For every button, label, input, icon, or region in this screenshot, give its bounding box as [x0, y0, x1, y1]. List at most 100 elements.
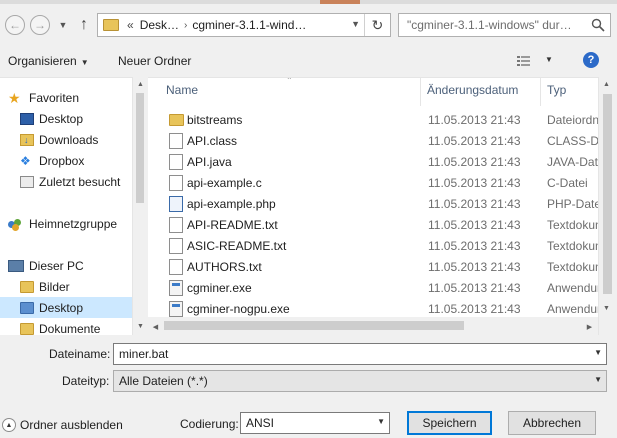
column-header-name[interactable]: Name — [166, 83, 198, 97]
chevron-down-icon: ▼ — [377, 417, 385, 426]
sidebar-item-label: Bilder — [39, 279, 70, 294]
address-segment-folder[interactable]: cgminer-3.1.1-wind… — [192, 18, 306, 32]
sidebar-item-downloads[interactable]: ↓ Downloads — [0, 129, 132, 150]
file-row[interactable]: cgminer-nogpu.exe 11.05.2013 21:43 Anwen… — [148, 298, 598, 317]
sidebar-item-label: Downloads — [39, 132, 99, 147]
help-button[interactable]: ? — [583, 52, 599, 68]
column-header-type[interactable]: Typ — [547, 83, 566, 97]
sidebar-item-documents[interactable]: Dokumente — [0, 318, 132, 335]
chevron-down-icon: ▼ — [594, 375, 602, 384]
documents-folder-icon — [20, 322, 34, 335]
file-row[interactable]: cgminer.exe 11.05.2013 21:43 Anwendung — [148, 277, 598, 298]
file-row[interactable]: bitstreams 11.05.2013 21:43 Dateiordner — [148, 109, 598, 130]
view-dropdown-button[interactable]: ▼ — [545, 55, 553, 64]
sidebar-item-desktop-pc[interactable]: Desktop — [0, 297, 132, 318]
sidebar-item-recent[interactable]: Zuletzt besucht — [0, 171, 132, 192]
scroll-down-button[interactable]: ▼ — [599, 301, 614, 316]
file-type: PHP-Datei — [547, 197, 598, 211]
sidebar-item-label: Dokumente — [39, 321, 101, 336]
scroll-thumb[interactable] — [136, 93, 144, 203]
address-segment-desktop[interactable]: Desk… — [140, 18, 179, 32]
sidebar-item-desktop[interactable]: Desktop — [0, 108, 132, 129]
scroll-up-button[interactable]: ▲ — [133, 77, 148, 92]
file-name: API-README.txt — [187, 218, 278, 232]
file-type: CLASS-Datei — [547, 134, 598, 148]
dropbox-icon: ❖ — [20, 153, 31, 168]
cancel-button[interactable]: Abbrechen — [508, 411, 596, 435]
file-date: 11.05.2013 21:43 — [428, 239, 521, 253]
sidebar-item-label: Dieser PC — [29, 258, 84, 273]
refresh-button[interactable]: ↻ — [364, 14, 390, 36]
scroll-thumb[interactable] — [164, 321, 464, 330]
file-row[interactable]: API.java 11.05.2013 21:43 JAVA-Datei — [148, 151, 598, 172]
homegroup-icon — [8, 218, 24, 231]
new-folder-button[interactable]: Neuer Ordner — [118, 54, 191, 68]
sidebar-item-favorites[interactable]: ★ Favoriten — [0, 87, 132, 108]
address-overflow-chevrons[interactable]: « — [127, 18, 134, 32]
desktop-icon — [20, 112, 34, 125]
vertical-scrollbar[interactable]: ▲ ▼ — [598, 77, 615, 335]
filetype-select[interactable]: Alle Dateien (*.*) ▼ — [113, 370, 607, 392]
search-input[interactable]: "cgminer-3.1.1-windows" dur… — [398, 13, 611, 37]
forward-arrow-icon: → — [34, 18, 46, 32]
encoding-label: Codierung: — [180, 417, 239, 431]
save-button[interactable]: Speichern — [407, 411, 492, 435]
text-file-icon — [169, 259, 183, 275]
horizontal-scrollbar[interactable]: ◀ ▶ — [148, 317, 598, 335]
file-row[interactable]: ASIC-README.txt 11.05.2013 21:43 Textdok… — [148, 235, 598, 256]
file-type: Dateiordner — [547, 113, 598, 127]
file-row[interactable]: API.class 11.05.2013 21:43 CLASS-Datei — [148, 130, 598, 151]
organize-button[interactable]: Organisieren ▼ — [8, 54, 89, 68]
sidebar-item-label: Desktop — [39, 111, 84, 126]
file-type: Anwendung — [547, 302, 598, 316]
exe-icon — [169, 301, 183, 317]
file-date: 11.05.2013 21:43 — [428, 260, 521, 274]
hide-folders-button[interactable]: ▲ Ordner ausblenden — [2, 418, 123, 432]
file-name: cgminer.exe — [187, 281, 252, 295]
downloads-icon: ↓ — [20, 133, 34, 146]
address-bar[interactable]: « Desk… › cgminer-3.1.1-wind… ▼ ↻ — [97, 13, 391, 37]
file-type: JAVA-Datei — [547, 155, 598, 169]
sidebar-item-pictures[interactable]: Bilder — [0, 276, 132, 297]
scroll-right-button[interactable]: ▶ — [582, 319, 597, 334]
sidebar-item-this-pc[interactable]: Dieser PC — [0, 255, 132, 276]
file-type: Textdokument — [547, 239, 598, 253]
file-row[interactable]: API-README.txt 11.05.2013 21:43 Textdoku… — [148, 214, 598, 235]
sidebar-item-label: Zuletzt besucht — [39, 174, 121, 189]
view-options-button[interactable] — [517, 53, 545, 69]
organize-label: Organisieren — [8, 54, 77, 68]
column-divider[interactable] — [420, 78, 421, 106]
scroll-up-button[interactable]: ▲ — [599, 77, 614, 92]
file-name: bitstreams — [187, 113, 243, 127]
hide-folders-label: Ordner ausblenden — [20, 418, 123, 432]
sidebar-item-homegroup[interactable]: Heimnetzgruppe — [0, 213, 132, 234]
navigation-pane-scrollbar[interactable]: ▲ ▼ — [132, 77, 147, 335]
scroll-left-button[interactable]: ◀ — [148, 319, 163, 334]
scroll-down-button[interactable]: ▼ — [133, 319, 148, 334]
file-row[interactable]: api-example.c 11.05.2013 21:43 C-Datei — [148, 172, 598, 193]
address-separator[interactable]: › — [184, 20, 187, 31]
sidebar-item-dropbox[interactable]: ❖ Dropbox — [0, 150, 132, 171]
filename-field[interactable]: miner.bat ▼ — [113, 343, 607, 365]
scroll-thumb[interactable] — [603, 94, 612, 294]
up-button[interactable]: ↑ — [75, 14, 93, 36]
encoding-select[interactable]: ANSI ▼ — [240, 412, 390, 434]
chevron-down-icon[interactable]: ▼ — [594, 348, 602, 357]
search-icon — [590, 17, 606, 33]
chevron-down-icon: ▼ — [80, 58, 89, 67]
file-name: ASIC-README.txt — [187, 239, 287, 253]
column-divider[interactable] — [540, 78, 541, 106]
file-row[interactable]: api-example.php 11.05.2013 21:43 PHP-Dat… — [148, 193, 598, 214]
file-type: C-Datei — [547, 176, 588, 190]
column-header-date[interactable]: Änderungsdatum — [427, 83, 518, 97]
file-name: API.class — [187, 134, 238, 148]
file-date: 11.05.2013 21:43 — [428, 134, 521, 148]
address-history-dropdown[interactable]: ▼ — [351, 19, 360, 29]
sidebar-item-label: Favoriten — [29, 90, 80, 105]
recent-locations-button[interactable]: ▼ — [56, 16, 70, 34]
back-button[interactable]: ← — [5, 15, 25, 35]
computer-icon — [8, 259, 24, 272]
file-list: Name ⌃ Änderungsdatum Typ bitstreams 11.… — [148, 77, 598, 317]
file-row[interactable]: AUTHORS.txt 11.05.2013 21:43 Textdokumen… — [148, 256, 598, 277]
forward-button[interactable]: → — [30, 15, 50, 35]
